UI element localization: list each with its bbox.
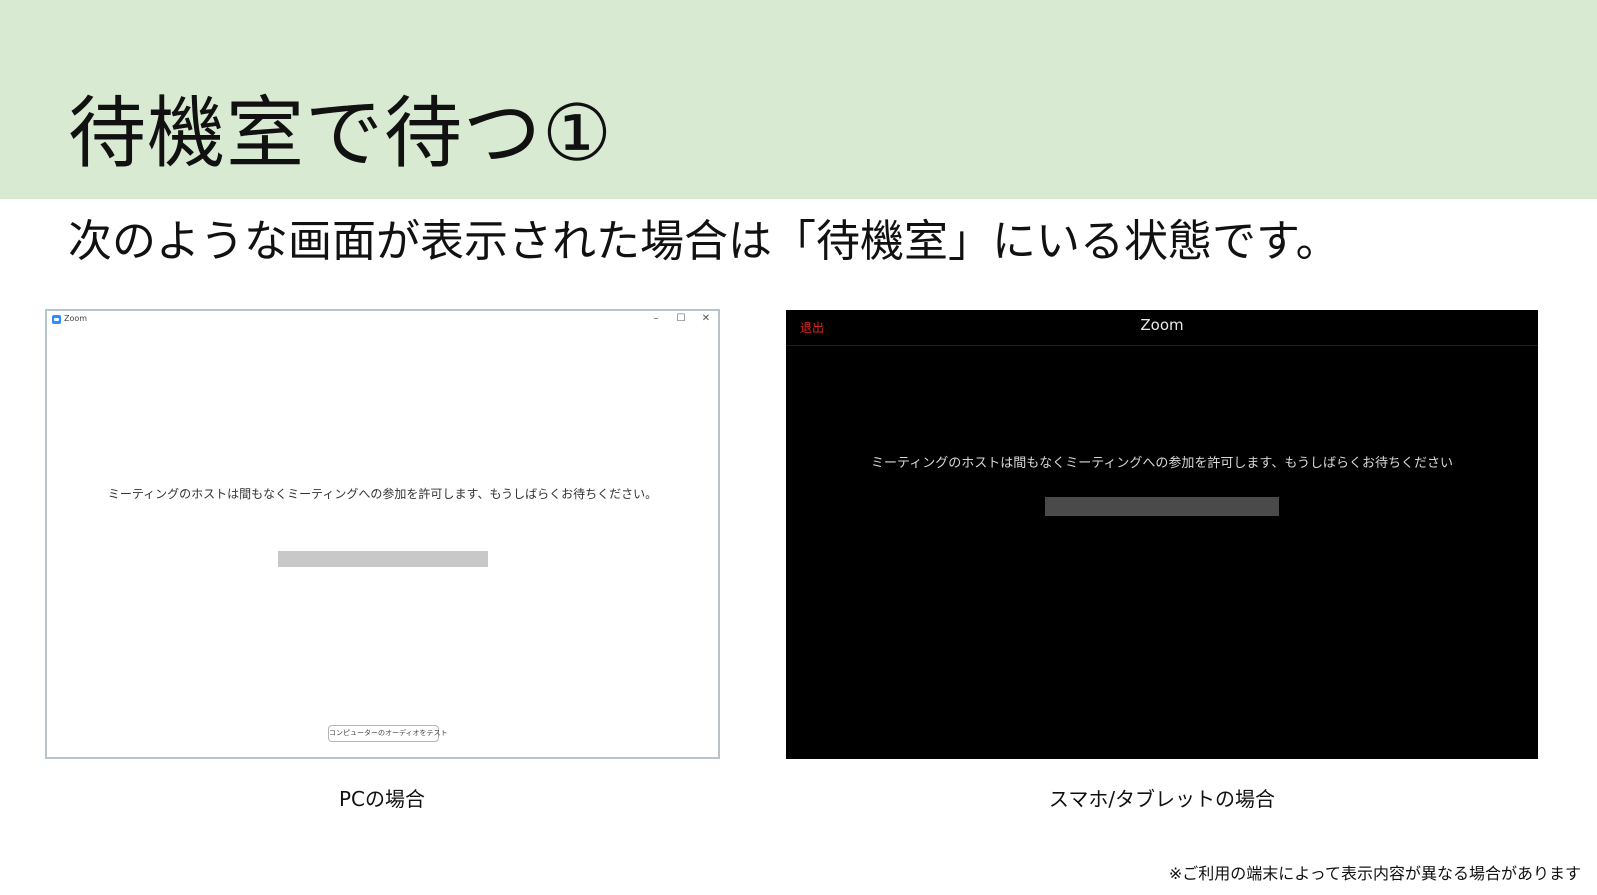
pc-window-title: Zoom — [64, 314, 88, 323]
caption-mobile: スマホ/タブレットの場合 — [1048, 787, 1276, 811]
meeting-name-placeholder-mobile — [1045, 497, 1279, 516]
zoom-logo-icon — [52, 315, 61, 324]
mobile-topbar: 退出 Zoom — [786, 310, 1538, 346]
caption-pc: PCの場合 — [338, 787, 426, 811]
pc-zoom-window: Zoom – ☐ ✕ ミーティングのホストは間もなくミーティングへの参加を許可し… — [45, 309, 720, 759]
slide-title: 待機室で待つ① — [68, 89, 613, 179]
mobile-zoom-screen: 退出 Zoom ミーティングのホストは間もなくミーティングへの参加を許可します、… — [786, 310, 1538, 759]
footnote: ※ご利用の端末によって表示内容が異なる場合があります — [1168, 864, 1581, 883]
test-computer-audio-button[interactable]: コンピューターのオーディオをテスト — [328, 725, 448, 742]
close-icon[interactable]: ✕ — [697, 312, 715, 326]
meeting-name-placeholder — [278, 551, 488, 567]
pc-titlebar[interactable]: Zoom – ☐ ✕ — [47, 311, 718, 329]
slide-subtitle: 次のような画面が表示された場合は「待機室」にいる状態です。 — [68, 216, 1340, 267]
mobile-app-title: Zoom — [1140, 316, 1184, 334]
waiting-room-message-mobile: ミーティングのホストは間もなくミーティングへの参加を許可します、もうしばらくお待… — [870, 456, 1453, 471]
waiting-room-message: ミーティングのホストは間もなくミーティングへの参加を許可します、もうしばらくお待… — [107, 487, 658, 501]
maximize-icon[interactable]: ☐ — [672, 312, 690, 326]
minimize-icon[interactable]: – — [647, 312, 665, 326]
